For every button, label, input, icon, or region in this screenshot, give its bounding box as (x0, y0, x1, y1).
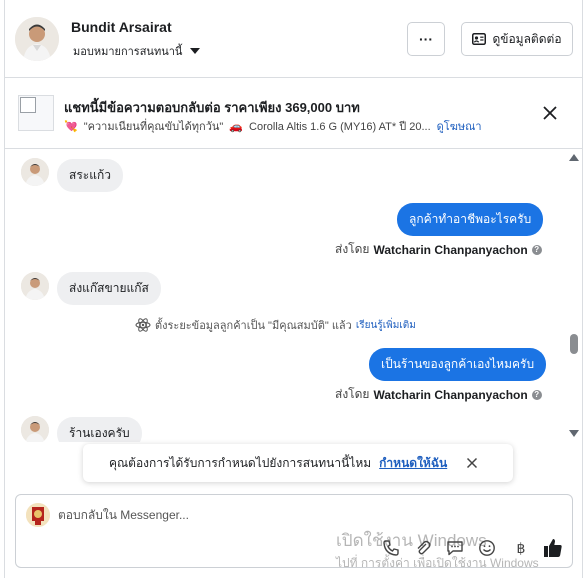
contact-card-icon (472, 33, 487, 45)
atom-icon (135, 318, 151, 332)
assign-prompt-toast: คุณต้องการได้รับการกำหนดไปยังการสนทนานี้… (83, 444, 513, 482)
caret-down-icon (190, 48, 201, 54)
incoming-message[interactable]: สระแก้ว (57, 159, 123, 192)
assign-prompt-text: คุณต้องการได้รับการกำหนดไปยังการสนทนานี้… (109, 455, 372, 470)
paperclip-icon[interactable] (414, 539, 432, 557)
sent-by-prefix: ส่งโดย (335, 242, 370, 256)
sender-name: Watcharin Chanpanyachon (373, 242, 528, 257)
contact-name[interactable]: Bundit Arsairat (71, 19, 172, 35)
thread-scrollbar[interactable] (567, 150, 581, 442)
contact-avatar-small[interactable] (21, 272, 49, 300)
system-note: ตั้งระยะข้อมูลลูกค้าเป็น "มีคุณสมบัติ" แ… (135, 316, 416, 334)
emoji-icon[interactable] (478, 539, 496, 557)
windows-activation-watermark: เปิดใช้งาน Windows ไปที่ การตั้งค่า เพื่… (336, 527, 539, 573)
assign-to-me-link[interactable]: กำหนดให้ฉัน (379, 454, 447, 473)
ad-thumbnail[interactable] (18, 95, 54, 131)
contact-avatar[interactable] (15, 17, 59, 61)
ad-car-text: Corolla Altis 1.6 G (MY16) AT* ปี 20... (249, 121, 431, 133)
contact-avatar-small[interactable] (21, 158, 49, 186)
messenger-panel: Bundit Arsairat มอบหมายการสนทนานี้ ··· ด… (4, 0, 583, 578)
outgoing-message[interactable]: เป็นร้านของลูกค้าเองไหมครับ (369, 348, 547, 381)
phone-icon[interactable] (382, 539, 400, 557)
close-icon[interactable] (465, 456, 479, 470)
heart-emoji: 💘 (64, 120, 78, 133)
ad-context-banner: แชทนี้มีข้อความตอบกลับต่อ ราคาเพียง 369,… (5, 79, 582, 149)
contact-avatar-small[interactable] (21, 416, 49, 442)
sender-name: Watcharin Chanpanyachon (373, 387, 528, 402)
view-ad-link[interactable]: ดูโฆษณา (437, 117, 482, 135)
learn-more-link[interactable]: เรียนรู้เพิ่มเติม (356, 318, 416, 333)
outgoing-message[interactable]: ลูกค้าทำอาชีพอะไรครับ (397, 203, 544, 236)
view-contact-info-button[interactable]: ดูข้อมูลติดต่อ (461, 22, 573, 56)
scroll-down-arrow-icon[interactable] (569, 430, 579, 437)
system-note-text: ตั้งระยะข้อมูลลูกค้าเป็น "มีคุณสมบัติ" แ… (155, 320, 352, 332)
view-contact-info-label: ดูข้อมูลติดต่อ (492, 31, 562, 46)
scroll-thumb[interactable] (570, 334, 578, 354)
more-icon: ··· (419, 31, 433, 47)
watermark-line2: ไปที่ การตั้งค่า เพื่อเปิดใช้งาน Windows (336, 556, 539, 570)
sent-by-label: ส่งโดย Watcharin Chanpanyachon ? (335, 385, 542, 404)
scroll-up-arrow-icon[interactable] (569, 154, 579, 161)
close-icon[interactable] (541, 104, 559, 122)
sent-by-prefix: ส่งโดย (335, 387, 370, 401)
chat-icon[interactable] (446, 539, 464, 557)
assign-conversation-dropdown[interactable]: มอบหมายการสนทนานี้ (73, 42, 201, 60)
car-emoji: 🚗 (229, 120, 244, 133)
incoming-message[interactable]: ร้านเองครับ (57, 417, 142, 442)
message-thread: สระแก้ว ลูกค้าทำอาชีพอะไรครับ ส่งโดย Wat… (5, 150, 565, 442)
watermark-line1: เปิดใช้งาน Windows (336, 531, 487, 550)
reply-input[interactable] (58, 508, 438, 522)
message-composer: เปิดใช้งาน Windows ไปที่ การตั้งค่า เพื่… (15, 494, 573, 570)
info-icon[interactable]: ? (531, 389, 542, 400)
baht-icon[interactable]: ฿ (512, 539, 530, 557)
page-avatar (26, 503, 50, 527)
incoming-message[interactable]: ส่งแก๊สขายแก๊ส (57, 272, 161, 305)
svg-text:฿: ฿ (517, 541, 526, 557)
assign-label: มอบหมายการสนทนานี้ (73, 46, 183, 58)
more-options-button[interactable]: ··· (407, 22, 445, 56)
info-icon[interactable]: ? (531, 244, 542, 255)
ad-subtitle: 💘 "ความเนียนที่คุณขับได้ทุกวัน" 🚗 Coroll… (64, 117, 482, 135)
conversation-header: Bundit Arsairat มอบหมายการสนทนานี้ ··· ด… (5, 0, 582, 78)
like-icon[interactable] (542, 537, 564, 559)
sent-by-label: ส่งโดย Watcharin Chanpanyachon ? (335, 240, 542, 259)
ad-title: แชทนี้มีข้อความตอบกลับต่อ ราคาเพียง 369,… (64, 100, 360, 115)
ad-promo-text: "ความเนียนที่คุณขับได้ทุกวัน" (83, 121, 224, 133)
